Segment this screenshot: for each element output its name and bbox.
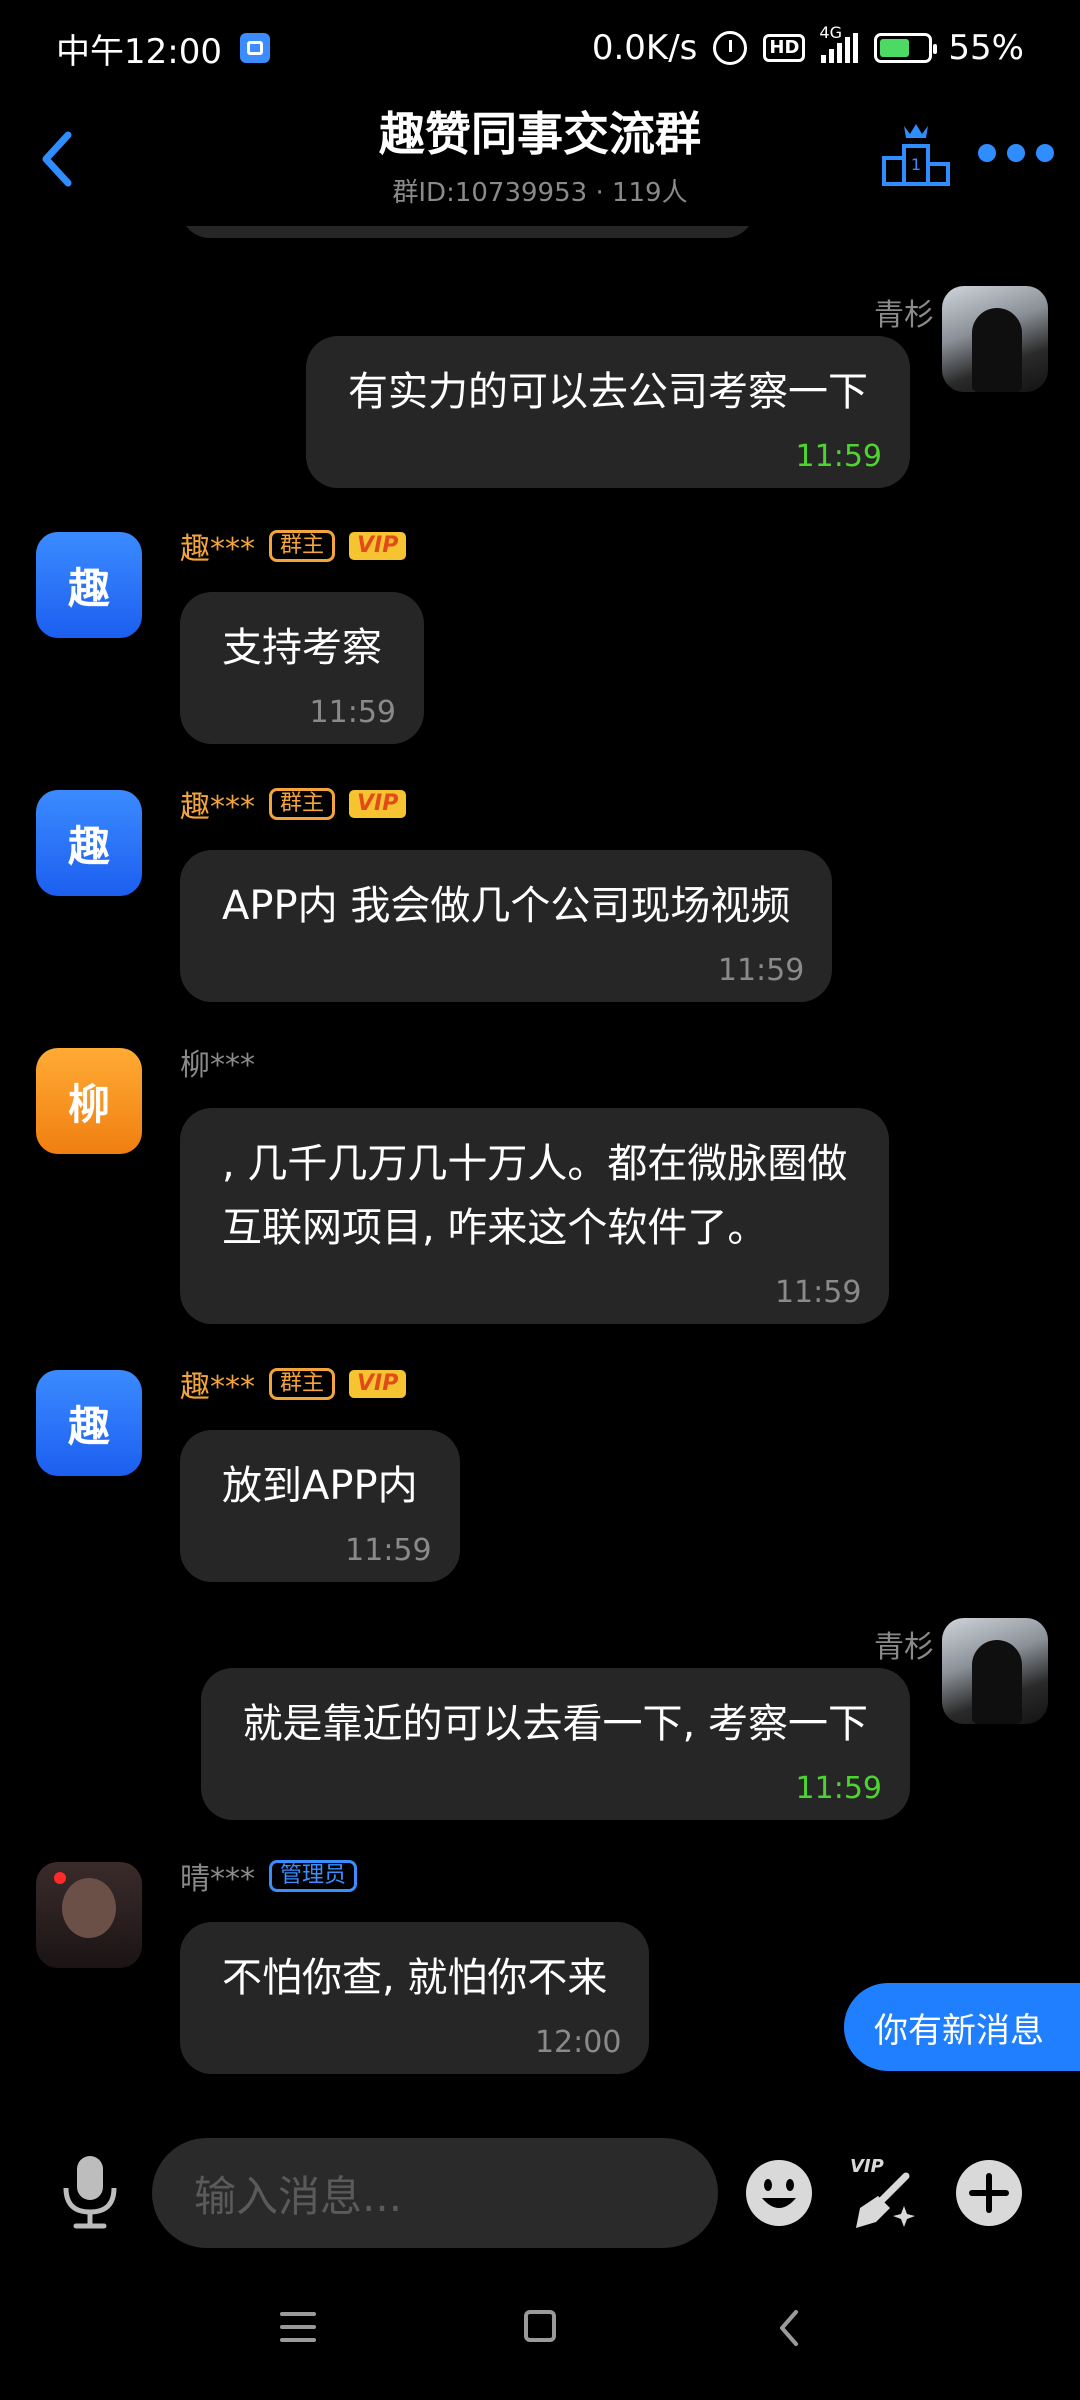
sender-name: 青杉 bbox=[874, 1630, 934, 1665]
avatar[interactable]: 趣 bbox=[36, 532, 142, 638]
system-nav-bar bbox=[0, 2268, 1080, 2400]
more-icon bbox=[978, 144, 996, 162]
hd-icon: HD bbox=[763, 34, 806, 62]
alarm-icon bbox=[713, 31, 748, 65]
notification-app-icon bbox=[239, 33, 270, 63]
owner-badge: 群主 bbox=[269, 788, 336, 820]
avatar[interactable] bbox=[942, 1618, 1048, 1724]
message-time: 11:59 bbox=[717, 953, 805, 988]
sender-name: 柳*** bbox=[180, 1048, 255, 1083]
svg-text:1: 1 bbox=[911, 155, 921, 174]
vip-effect-button[interactable]: VIP bbox=[846, 2152, 922, 2232]
status-left: 中午12:00 bbox=[56, 24, 270, 73]
new-message-button[interactable]: 你有新消息 bbox=[844, 1983, 1080, 2071]
svg-text:VIP: VIP bbox=[850, 2156, 884, 2177]
message-text-line: 互联网项目, 咋来这个软件了。 bbox=[222, 1205, 768, 1251]
avatar[interactable]: 柳 bbox=[36, 1048, 142, 1154]
avatar[interactable]: 趣 bbox=[36, 1370, 142, 1476]
message-text-line: , 几千几万几十万人。都在微脉圈做 bbox=[222, 1141, 848, 1187]
message-time: 11:59 bbox=[795, 1771, 882, 1806]
admin-badge: 管理员 bbox=[269, 1860, 358, 1892]
more-actions-button[interactable] bbox=[954, 2158, 1024, 2228]
battery-icon bbox=[874, 33, 938, 63]
avatar[interactable]: 趣 bbox=[36, 790, 142, 896]
message-text: 放到APP内 bbox=[222, 1463, 418, 1509]
message-bubble[interactable]: 就是靠近的可以去看一下, 考察一下 11:59 bbox=[200, 1668, 910, 1820]
more-button[interactable] bbox=[978, 136, 1054, 170]
input-bar: 输入消息... VIP bbox=[0, 2118, 1080, 2268]
status-time: 中午12:00 bbox=[56, 31, 222, 72]
message-bubble[interactable]: , 几千几万几十万人。都在微脉圈做 互联网项目, 咋来这个软件了。 11:59 bbox=[180, 1108, 890, 1324]
voice-button[interactable] bbox=[60, 2154, 120, 2230]
system-back-button[interactable] bbox=[776, 2308, 804, 2348]
emoji-button[interactable] bbox=[744, 2158, 814, 2228]
recent-apps-button[interactable] bbox=[280, 2312, 316, 2342]
owner-badge: 群主 bbox=[269, 530, 336, 562]
message-bubble[interactable]: 不怕你查, 就怕你不来 12:00 bbox=[180, 1922, 650, 2074]
emoji-icon bbox=[746, 2160, 812, 2226]
message-text: 支持考察 bbox=[222, 625, 382, 671]
sender-line: 趣*** 群主 VIP bbox=[180, 526, 407, 567]
input-placeholder: 输入消息... bbox=[194, 2171, 403, 2221]
message-bubble[interactable]: 放到APP内 11:59 bbox=[180, 1430, 460, 1582]
status-bar: 中午12:00 0.0K/s HD 4G 55% bbox=[0, 0, 1080, 96]
vip-badge: VIP bbox=[349, 532, 407, 560]
battery-level: 55% bbox=[948, 28, 1024, 68]
microphone-icon bbox=[63, 2156, 117, 2229]
sender-name: 青杉 bbox=[874, 298, 934, 333]
avatar[interactable] bbox=[942, 286, 1048, 392]
owner-badge: 群主 bbox=[269, 1368, 336, 1400]
ranking-button[interactable]: 1 bbox=[880, 118, 952, 190]
chat-header: 趣赞同事交流群 群ID:10739953 · 119人 1 bbox=[0, 96, 1080, 226]
avatar[interactable] bbox=[36, 1862, 142, 1968]
message-bubble[interactable]: 支持考察 11:59 bbox=[180, 592, 424, 744]
plus-icon bbox=[956, 2160, 1022, 2226]
sender-line: 晴*** 管理员 bbox=[180, 1856, 358, 1897]
sender-name: 趣*** bbox=[180, 790, 255, 825]
vip-broom-icon: VIP bbox=[850, 2156, 915, 2228]
message-input[interactable]: 输入消息... bbox=[152, 2138, 718, 2248]
home-button[interactable] bbox=[524, 2310, 556, 2342]
sender-name: 趣*** bbox=[180, 1370, 255, 1405]
sender-name: 趣*** bbox=[180, 532, 255, 567]
message-bubble[interactable]: 有实力的可以去公司考察一下 11:59 bbox=[306, 336, 910, 488]
sender-line: 趣*** 群主 VIP bbox=[180, 1364, 407, 1405]
message-time: 11:59 bbox=[309, 695, 396, 730]
status-right: 0.0K/s HD 4G 55% bbox=[591, 23, 1024, 68]
message-list[interactable]: 青杉 有实力的可以去公司考察一下 11:59 趣 趣*** 群主 VIP 支持考… bbox=[0, 226, 1080, 2096]
vip-badge: VIP bbox=[349, 1370, 407, 1398]
message-time: 11:59 bbox=[774, 1275, 862, 1310]
previous-message-bubble bbox=[180, 226, 755, 238]
vip-badge: VIP bbox=[349, 790, 407, 818]
ranking-icon: 1 bbox=[882, 124, 950, 186]
message-text: 不怕你查, 就怕你不来 bbox=[222, 1955, 608, 2001]
back-arrow-icon bbox=[780, 2310, 798, 2346]
signal-icon: 4G bbox=[819, 23, 859, 63]
message-time: 11:59 bbox=[345, 1533, 432, 1568]
sender-line: 柳*** bbox=[180, 1042, 255, 1083]
network-speed: 0.0K/s bbox=[591, 28, 698, 68]
message-bubble[interactable]: APP内 我会做几个公司现场视频 11:59 bbox=[180, 850, 833, 1002]
message-text: APP内 我会做几个公司现场视频 bbox=[222, 883, 791, 929]
message-text: 有实力的可以去公司考察一下 bbox=[348, 369, 868, 415]
sender-line: 趣*** 群主 VIP bbox=[180, 784, 407, 825]
message-time: 11:59 bbox=[795, 439, 882, 474]
message-text: 就是靠近的可以去看一下, 考察一下 bbox=[242, 1701, 868, 1747]
sender-name: 晴*** bbox=[180, 1862, 255, 1897]
message-time: 12:00 bbox=[534, 2025, 622, 2060]
network-type: 4G bbox=[819, 23, 842, 42]
